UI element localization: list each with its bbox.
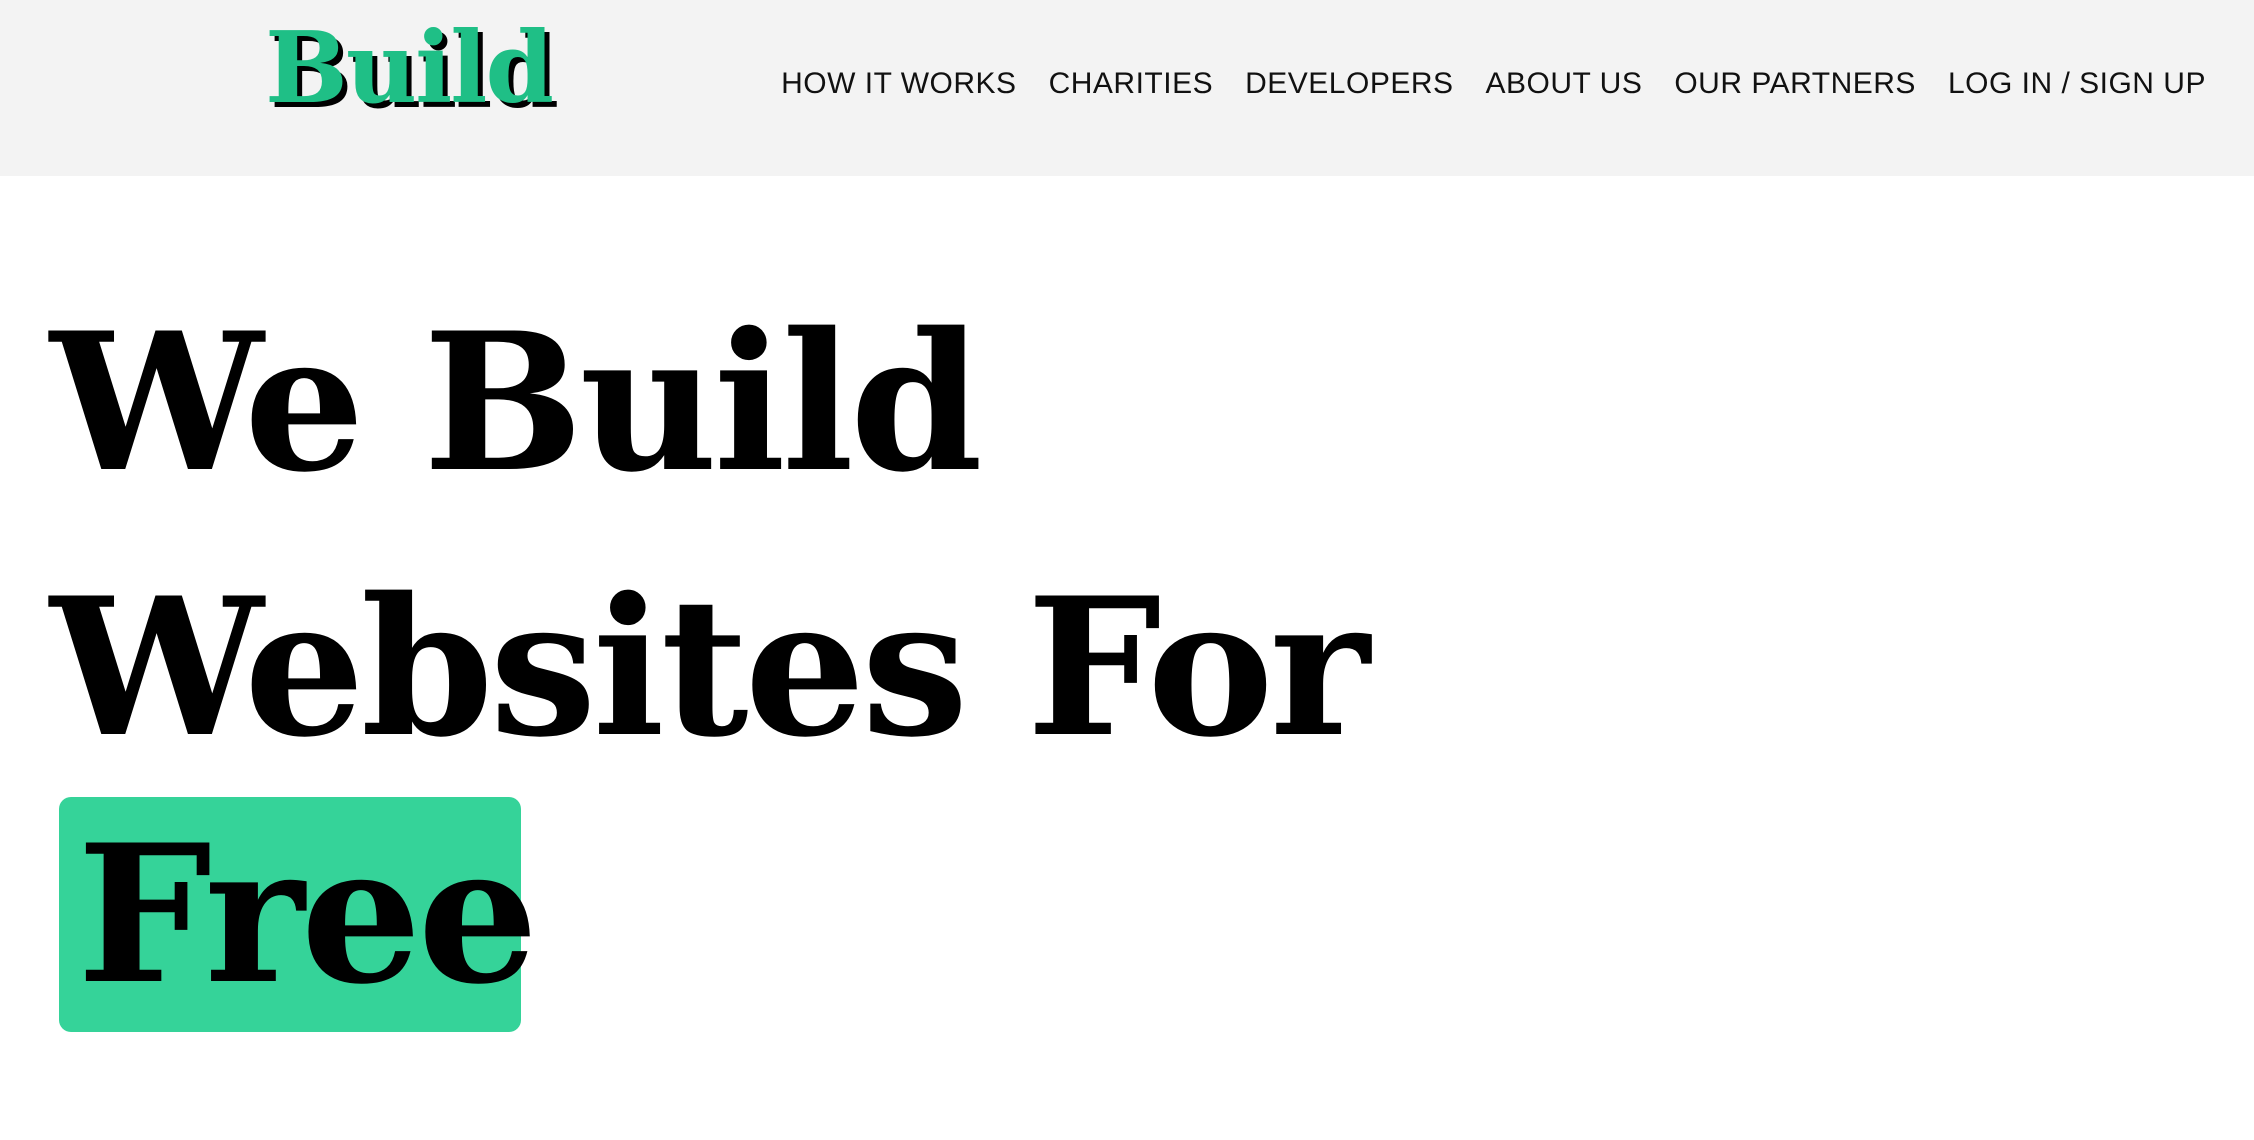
hero-highlight-word: Free [77,803,538,1026]
nav-login-signup[interactable]: LOG IN / SIGN UP [1948,64,2206,104]
hero-line-2: Websites For [50,556,1370,779]
main-nav: HOW IT WORKS CHARITIES DEVELOPERS ABOUT … [781,64,2206,104]
nav-about-us[interactable]: ABOUT US [1486,64,1643,104]
hero-line-1: We Build [50,291,983,514]
nav-our-partners[interactable]: OUR PARTNERS [1674,64,1916,104]
nav-charities[interactable]: CHARITIES [1049,64,1214,104]
site-header: Build HOW IT WORKS CHARITIES DEVELOPERS … [0,0,2254,176]
nav-how-it-works[interactable]: HOW IT WORKS [781,64,1016,104]
hero-heading: We Build Websites For [50,270,1370,800]
nav-developers[interactable]: DEVELOPERS [1245,64,1453,104]
site-logo[interactable]: Build [265,20,554,118]
